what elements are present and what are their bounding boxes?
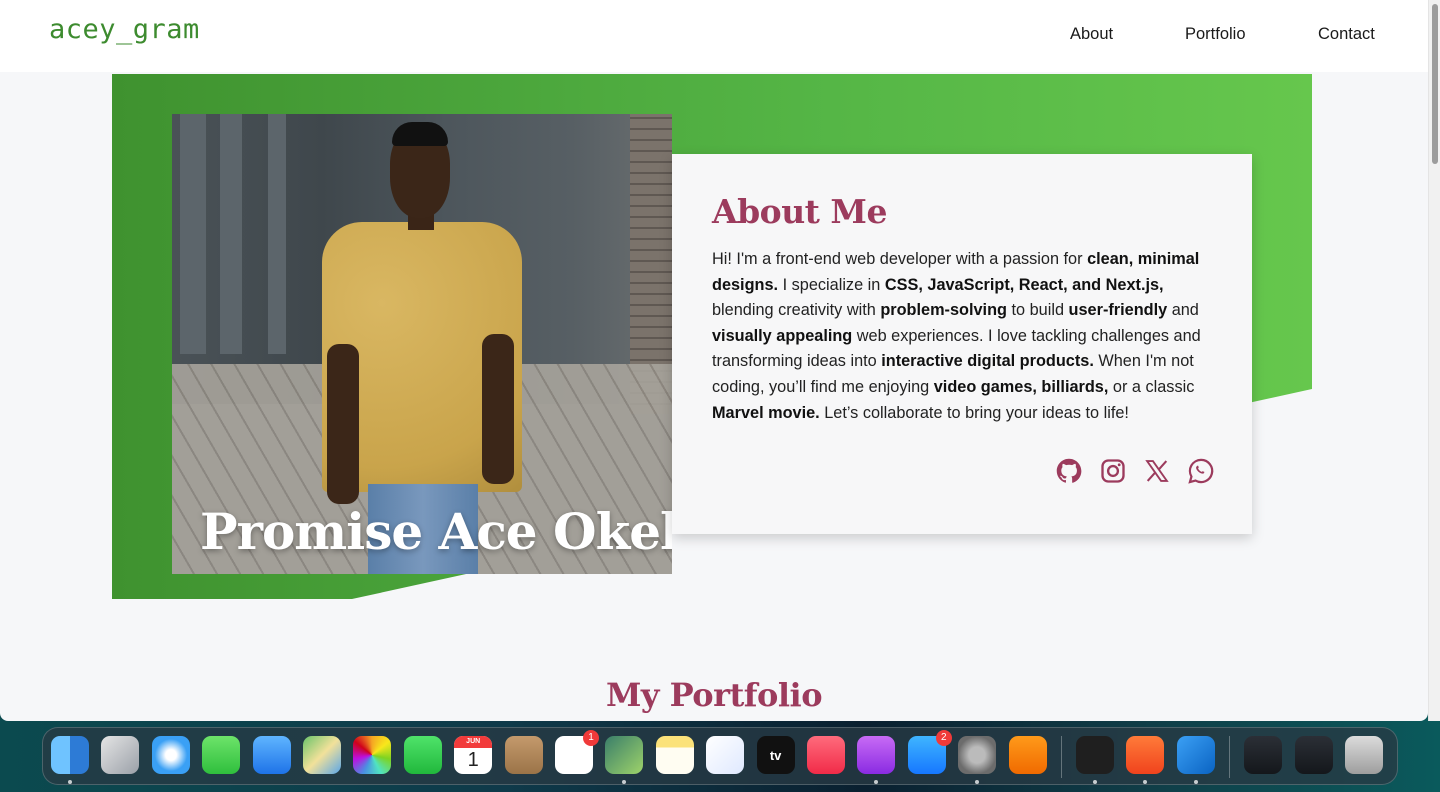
running-indicator [1143, 780, 1148, 784]
dock-vlc-icon[interactable] [1008, 736, 1047, 774]
whatsapp-icon[interactable] [1186, 456, 1216, 486]
dock-safari-icon[interactable] [151, 736, 190, 774]
portfolio-title: My Portfolio [605, 676, 823, 714]
about-text-segment: blending creativity with [712, 301, 881, 320]
photo-arm [327, 344, 359, 504]
about-highlight: CSS, JavaScript, React, and Next.js, [884, 275, 1164, 294]
profile-name: Promise Ace Okeke [200, 502, 672, 561]
github-icon[interactable] [1054, 456, 1084, 486]
about-text-segment: or a classic [1108, 377, 1195, 396]
dock-finder-icon[interactable] [51, 736, 89, 774]
dock-app-label: tv [769, 747, 782, 763]
dock-separator [1061, 736, 1062, 778]
dock-mail-icon[interactable] [252, 736, 291, 774]
running-indicator [1193, 780, 1198, 784]
photo-pillar [268, 114, 286, 354]
about-highlight: visually appealing [712, 326, 853, 345]
dock-photos-icon[interactable] [353, 736, 392, 774]
nav-link-portfolio[interactable]: Portfolio [1185, 25, 1246, 44]
dock-brave-icon[interactable] [1126, 736, 1165, 774]
dock-facetime-icon[interactable] [403, 736, 442, 774]
dock-launchpad-icon[interactable] [101, 736, 140, 774]
about-text-segment: to build [1006, 301, 1069, 320]
about-highlight: Marvel movie. [712, 403, 820, 422]
nav-link-contact[interactable]: Contact [1318, 25, 1375, 44]
calendar-month: JUN [454, 736, 493, 748]
dock-podcasts-icon[interactable] [857, 736, 896, 774]
dock-app-cleaner-icon[interactable] [605, 736, 644, 774]
dock-contacts-icon[interactable] [504, 736, 543, 774]
browser-page: acey_gram About Portfolio Contact Promis… [0, 0, 1428, 721]
page-scrollbar[interactable] [1428, 0, 1440, 721]
x-icon[interactable] [1142, 456, 1172, 486]
notification-badge: 2 [935, 730, 952, 746]
running-indicator [68, 780, 72, 784]
dock-calendar-icon[interactable]: JUN 1 [454, 736, 493, 774]
dock-freeform-icon[interactable] [706, 736, 745, 774]
about-highlight: problem-solving [880, 301, 1007, 320]
site-logo[interactable]: acey_gram [49, 14, 200, 45]
site-header: acey_gram About Portfolio Contact [0, 0, 1428, 72]
running-indicator [975, 780, 980, 784]
dock-separator [1229, 736, 1231, 778]
dock-music-icon[interactable] [807, 736, 845, 774]
about-card: About Me Hi! I'm a front-end web develop… [672, 154, 1252, 534]
photo-pillar [180, 114, 206, 354]
notification-badge: 1 [583, 730, 599, 746]
social-links [1054, 456, 1216, 486]
dock-trash-icon[interactable] [1345, 736, 1383, 774]
dock-vscode-icon[interactable] [1176, 736, 1215, 774]
about-paragraph: Hi! I'm a front-end web developer with a… [712, 247, 1212, 426]
dock-tv-icon[interactable]: tv [756, 736, 795, 774]
dock-notes-icon[interactable] [655, 736, 694, 774]
about-highlight: interactive digital products. [881, 352, 1094, 371]
instagram-icon[interactable] [1098, 456, 1128, 486]
about-highlight: user-friendly [1068, 301, 1168, 320]
about-highlight: video games, billiards, [933, 377, 1109, 396]
about-text-segment: Let’s collaborate to bring your ideas to… [819, 403, 1129, 422]
dock-terminal-icon[interactable] [1076, 736, 1114, 774]
about-text-segment: and [1167, 301, 1199, 320]
photo-hair [392, 122, 448, 146]
photo-pillar [220, 114, 242, 354]
macos-dock: JUN 1 1 tv 2 [42, 727, 1398, 785]
photo-arm [482, 334, 514, 484]
running-indicator [1093, 780, 1097, 784]
profile-photo: Promise Ace Okeke [172, 114, 672, 574]
about-text-segment: I specialize in [778, 275, 885, 294]
dock-window-preview-1-icon[interactable] [1244, 736, 1283, 774]
running-indicator [874, 780, 879, 784]
nav-link-about[interactable]: About [1070, 25, 1113, 44]
dock-messages-icon[interactable] [202, 736, 241, 774]
dock-app-store-icon[interactable]: 2 [907, 730, 952, 774]
dock-window-preview-2-icon[interactable] [1294, 736, 1333, 774]
about-title: About Me [712, 192, 887, 231]
dock-reminders-icon[interactable]: 1 [555, 730, 599, 774]
running-indicator [622, 780, 627, 784]
calendar-day: 1 [467, 749, 479, 771]
dock-maps-icon[interactable] [303, 736, 341, 774]
dock-system-settings-icon[interactable] [958, 736, 997, 774]
scrollbar-thumb[interactable] [1432, 4, 1438, 164]
about-text-segment: Hi! I'm a front-end web developer with a… [712, 250, 1088, 268]
